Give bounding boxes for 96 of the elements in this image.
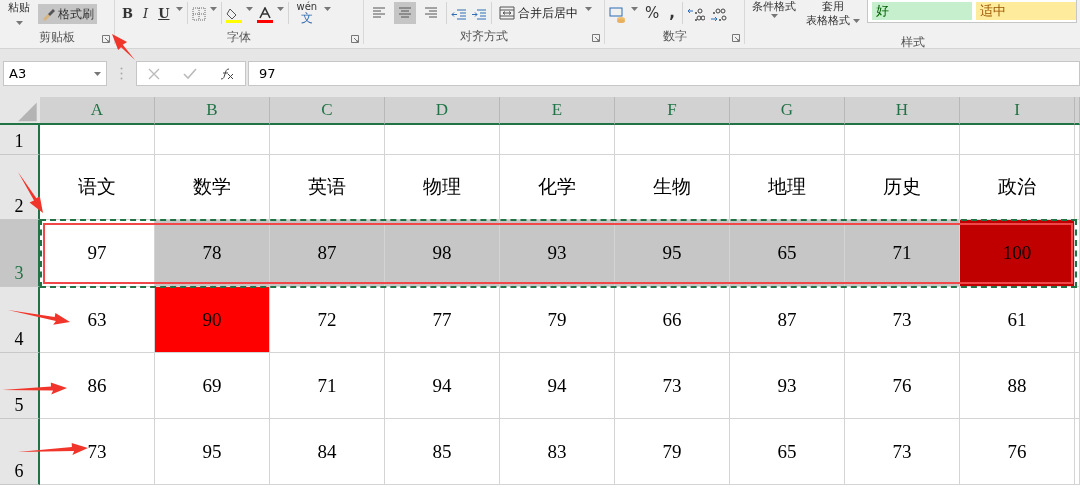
decrease-indent-icon[interactable] xyxy=(451,7,467,23)
dialog-launcher-icon[interactable] xyxy=(351,35,359,43)
table-cell: 94 xyxy=(500,353,615,419)
table-cell: 78 xyxy=(155,220,270,287)
borders-icon[interactable] xyxy=(192,7,207,21)
table-cell: 76 xyxy=(845,353,960,419)
table-cell: 93 xyxy=(730,353,845,419)
cell-style-swatch[interactable]: 好 xyxy=(872,2,972,20)
decrease-decimal-icon[interactable] xyxy=(708,7,727,23)
fill-color-icon[interactable] xyxy=(226,7,243,23)
column-header[interactable]: G xyxy=(730,97,845,125)
caret-icon[interactable] xyxy=(324,7,332,11)
table-cell: 79 xyxy=(500,287,615,353)
table-cell: 77 xyxy=(385,287,500,353)
column-header[interactable]: F xyxy=(615,97,730,125)
check-icon[interactable] xyxy=(183,67,197,80)
table-cell: 73 xyxy=(845,419,960,485)
dialog-launcher-icon[interactable] xyxy=(102,35,110,43)
align-right-icon xyxy=(423,5,439,21)
table-cell: 95 xyxy=(155,419,270,485)
table-cell: 66 xyxy=(615,287,730,353)
table-cell: 87 xyxy=(730,287,845,353)
row-header[interactable]: 4 xyxy=(0,287,40,353)
column-header[interactable]: E xyxy=(500,97,615,125)
row-header[interactable]: 2 xyxy=(0,155,40,220)
name-box[interactable]: A3 xyxy=(3,61,107,86)
cell-style-swatch[interactable]: 适中 xyxy=(976,2,1076,20)
merge-center-button[interactable]: 合并后居中 xyxy=(496,2,581,24)
column-header[interactable]: D xyxy=(385,97,500,125)
italic-button[interactable]: I xyxy=(140,2,152,24)
select-all-corner-icon[interactable] xyxy=(0,97,40,125)
paste-button[interactable]: 粘贴 xyxy=(4,0,34,25)
group-label: 剪贴板 xyxy=(39,29,75,46)
table-cell: 87 xyxy=(270,220,385,287)
table-cell: 85 xyxy=(385,419,500,485)
caret-icon[interactable] xyxy=(631,7,638,11)
caret-icon[interactable] xyxy=(853,18,860,23)
table-cell: 94 xyxy=(385,353,500,419)
group-label: 样式 xyxy=(901,34,925,48)
conditional-format-button[interactable]: 条件格式 xyxy=(749,0,799,30)
table-cell: 95 xyxy=(615,220,730,287)
group-label: 数字 xyxy=(662,28,687,45)
font-color-icon[interactable] xyxy=(257,7,274,23)
bold-button[interactable]: B xyxy=(119,2,136,24)
column-header[interactable]: B xyxy=(155,97,270,125)
caret-icon[interactable] xyxy=(585,7,592,11)
table-cell: 72 xyxy=(270,287,385,353)
table-cell: 84 xyxy=(270,419,385,485)
table-cell: 65 xyxy=(730,220,845,287)
column-header[interactable]: I xyxy=(960,97,1075,125)
underline-button[interactable]: U xyxy=(155,2,173,24)
column-header[interactable]: C xyxy=(270,97,385,125)
table-cell: 73 xyxy=(615,353,730,419)
row-header[interactable]: 3 xyxy=(0,220,40,287)
caret-icon[interactable] xyxy=(770,14,778,18)
merge-cells-icon xyxy=(499,6,515,20)
currency-icon[interactable] xyxy=(609,7,627,23)
column-header[interactable]: A xyxy=(40,97,155,125)
format-as-table-button[interactable]: 套用 表格格式 xyxy=(803,0,863,30)
align-center-icon xyxy=(397,5,413,21)
row-header[interactable]: 1 xyxy=(0,125,40,155)
column-header[interactable] xyxy=(1075,97,1080,125)
dialog-launcher-icon[interactable] xyxy=(732,34,740,42)
table-cell: 71 xyxy=(845,220,960,287)
increase-indent-icon[interactable] xyxy=(471,7,487,23)
caret-icon[interactable] xyxy=(277,7,285,11)
caret-icon[interactable] xyxy=(210,7,218,11)
align-left-icon xyxy=(371,5,387,21)
table-cell: 73 xyxy=(845,287,960,353)
format-painter-button[interactable]: 格式刷 xyxy=(38,4,97,24)
column-header[interactable]: H xyxy=(845,97,960,125)
caret-icon[interactable] xyxy=(246,7,254,11)
caret-icon[interactable] xyxy=(15,21,23,25)
phonetic-button[interactable]: wén 文 xyxy=(293,1,321,25)
table-cell: 79 xyxy=(615,419,730,485)
table-cell: 93 xyxy=(500,220,615,287)
table-cell: 69 xyxy=(155,353,270,419)
comma-button[interactable]: , xyxy=(666,2,678,24)
function-icon[interactable] xyxy=(219,67,234,80)
caret-icon[interactable] xyxy=(176,7,184,11)
caret-icon[interactable] xyxy=(94,71,101,76)
row-header[interactable]: 5 xyxy=(0,353,40,419)
table-cell: 100 xyxy=(960,220,1075,287)
increase-decimal-icon[interactable] xyxy=(686,7,705,23)
table-cell: 65 xyxy=(730,419,845,485)
percent-button[interactable]: % xyxy=(642,2,663,24)
table-cell: 71 xyxy=(270,353,385,419)
dialog-launcher-icon[interactable] xyxy=(592,34,600,42)
group-label: 字体 xyxy=(227,29,251,46)
formula-input-field[interactable]: 97 xyxy=(248,61,1080,86)
table-cell: 90 xyxy=(155,287,270,353)
brush-icon xyxy=(41,7,55,21)
table-cell: 98 xyxy=(385,220,500,287)
table-cell: 83 xyxy=(500,419,615,485)
group-label: 对齐方式 xyxy=(460,28,508,45)
row-header[interactable]: 6 xyxy=(0,419,40,485)
